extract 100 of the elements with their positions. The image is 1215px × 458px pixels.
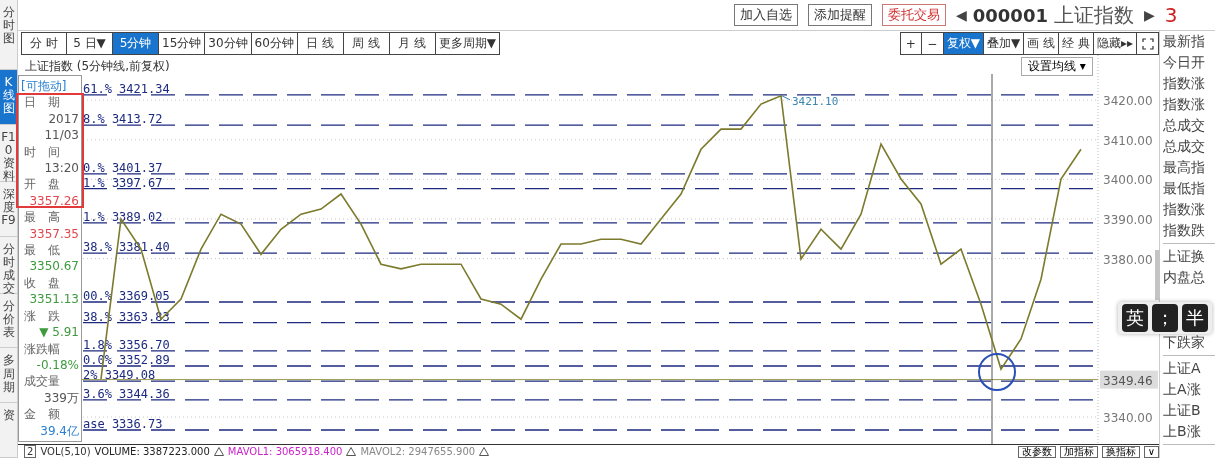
quote-label: 上证B — [1163, 401, 1202, 420]
fibonacci-label: 61.% 3421.34 — [83, 81, 170, 96]
ime-key[interactable]: 英 — [1122, 304, 1148, 332]
toolbar-button[interactable]: − — [921, 32, 944, 55]
warning-icon — [213, 447, 224, 456]
side-tab[interactable]: 深度F9 — [0, 181, 17, 237]
scrollbar[interactable] — [1155, 250, 1160, 300]
info-value: ▼ 5.91 — [38, 324, 80, 341]
quote-label: 上B涨 — [1163, 422, 1202, 441]
quote-label: 指数涨 — [1163, 74, 1206, 93]
stock-code: 000001 — [972, 4, 1048, 26]
period-tab[interactable]: 更多周期▼ — [435, 32, 501, 55]
info-label: 时 间 — [23, 143, 61, 161]
quote-label: 总成交 — [1163, 116, 1206, 135]
quote-label: 上证A — [1163, 359, 1202, 378]
indicator-value: VOLUME: 3387223.000 — [94, 445, 210, 458]
indicator-value: MAVOL1: 3065918.400 — [227, 445, 343, 458]
axis-label: 3340.00 — [1103, 411, 1153, 426]
ime-key[interactable]: ； — [1152, 304, 1178, 332]
info-value: 3351.13 — [28, 291, 80, 308]
warning-icon — [479, 447, 490, 456]
toolbar-button[interactable]: 复权▼ — [943, 32, 985, 55]
info-panel[interactable]: [可拖动] 日 期 2017 11/03 时 间 13:20 开 盘 3357.26 最 高 3357.35 最 低 3350.67 收 盘 3351.13 涨 跌 ▼ 5.91 涨跌幅 -0.18% 成交量 339万 金 额 39.4亿 — [18, 75, 82, 442]
stock-price: 3 — [1164, 3, 1178, 27]
axis-label: 3380.00 — [1103, 252, 1153, 267]
toolbar-button[interactable]: 叠加▼ — [984, 32, 1025, 55]
info-label: 涨跌幅 — [23, 340, 61, 357]
side-tab[interactable]: 资 — [0, 403, 17, 458]
side-tab[interactable]: 分时成交 — [0, 236, 17, 294]
indicator-name: VOL(5,10) — [40, 445, 91, 458]
period-tab[interactable]: 分 时 — [21, 32, 67, 55]
info-value: 3350.67 — [28, 258, 80, 275]
warning-icon — [346, 447, 357, 456]
peak-label: 3421.10 — [792, 94, 839, 108]
toolbar-button[interactable]: 画 线 — [1024, 32, 1060, 55]
chart-title: 上证指数 (5分钟线,前复权) — [25, 58, 170, 75]
period-tab[interactable]: 日 线 — [297, 32, 344, 55]
header-button[interactable]: 加入自选 — [734, 4, 798, 26]
period-tab[interactable]: 15分钟 — [159, 32, 206, 55]
ime-key[interactable]: 半 — [1182, 304, 1208, 332]
side-tab[interactable]: K线图 — [0, 70, 17, 125]
toolbar-button[interactable]: 经 典 — [1059, 32, 1094, 55]
info-value: 39.4亿 — [39, 422, 80, 439]
axis-label: 3410.00 — [1103, 133, 1153, 148]
period-tab[interactable]: 5 日▼ — [67, 32, 113, 55]
info-label: 成交量 — [23, 373, 61, 390]
previous-arrow[interactable]: ◀ — [956, 7, 967, 23]
quote-label: 今日开 — [1163, 53, 1206, 72]
info-value: 3357.35 — [28, 225, 80, 243]
moving-average-dropdown[interactable]: 设置均线 ▾ — [1021, 57, 1093, 76]
fullscreen-icon — [1141, 37, 1154, 50]
quote-label: 最新指 — [1163, 32, 1206, 51]
header-button[interactable]: 委托交易 — [882, 4, 946, 26]
period-tab[interactable]: 周 线 — [343, 32, 390, 55]
quote-label: 总成交 — [1163, 137, 1206, 156]
info-value: 3357.26 — [28, 192, 80, 210]
indicator-index[interactable]: 2 — [24, 445, 37, 458]
toolbar-button[interactable]: + — [899, 32, 922, 55]
quote-label: 指数涨 — [1163, 95, 1206, 114]
fibonacci-label: 3.6% 3344.36 — [83, 386, 170, 401]
ref-line-label: 3349.46 — [1103, 373, 1153, 388]
period-tab[interactable]: 60分钟 — [251, 32, 298, 55]
info-value: 11/03 — [43, 127, 80, 144]
circle-mark — [978, 353, 1016, 391]
side-tab[interactable]: F10资料 — [0, 124, 17, 182]
current-price-tag: 3349.46 — [1100, 370, 1158, 389]
indicator-button[interactable]: 换指标 — [1101, 445, 1140, 458]
quote-label: 最低指 — [1163, 179, 1206, 198]
side-tab[interactable]: 分价表 — [0, 293, 17, 349]
info-value: 339万 — [43, 389, 80, 407]
period-tab[interactable]: 月 线 — [389, 32, 436, 55]
quote-label: 指数跌 — [1163, 221, 1206, 240]
fibonacci-label: 1.% 3397.67 — [83, 175, 163, 190]
period-tab[interactable]: 30分钟 — [205, 32, 252, 55]
drag-hint: [可拖动] — [20, 78, 68, 95]
toolbar-button[interactable]: 隐藏▸▸ — [1093, 32, 1137, 55]
fullscreen-button[interactable] — [1137, 32, 1159, 55]
indicator-button[interactable]: 改参数 — [1017, 445, 1056, 458]
info-label: 收 盘 — [23, 274, 61, 292]
stock-name: 上证指数 — [1053, 1, 1134, 29]
header-button[interactable]: 添加提醒 — [808, 4, 872, 26]
fibonacci-label: 8.% 3413.72 — [83, 112, 163, 127]
side-tab[interactable]: 多周期 — [0, 348, 17, 404]
info-label: 金 额 — [23, 406, 61, 423]
quote-label: 下跌家 — [1163, 333, 1206, 352]
axis-label: 3400.00 — [1103, 173, 1153, 188]
info-label: 涨 跌 — [23, 307, 61, 325]
info-label: 开 盘 — [23, 176, 61, 193]
info-label: 最 低 — [23, 242, 61, 259]
quote-label: 上证换 — [1163, 247, 1206, 266]
info-value: -0.18% — [35, 356, 80, 374]
next-arrow[interactable]: ▶ — [1143, 7, 1155, 23]
period-tab[interactable]: 5分钟 — [113, 32, 159, 55]
info-value: 2017 — [47, 110, 80, 128]
indicator-button[interactable]: 加指标 — [1059, 445, 1098, 458]
indicator-value: MAVOL2: 2947655.900 — [360, 445, 476, 458]
fibonacci-label: 2% 3349.08 — [83, 368, 156, 383]
indicator-button[interactable]: ∨ — [1143, 445, 1159, 458]
leader-line — [781, 95, 791, 101]
fibonacci-label: ase 3336.73 — [83, 417, 163, 431]
